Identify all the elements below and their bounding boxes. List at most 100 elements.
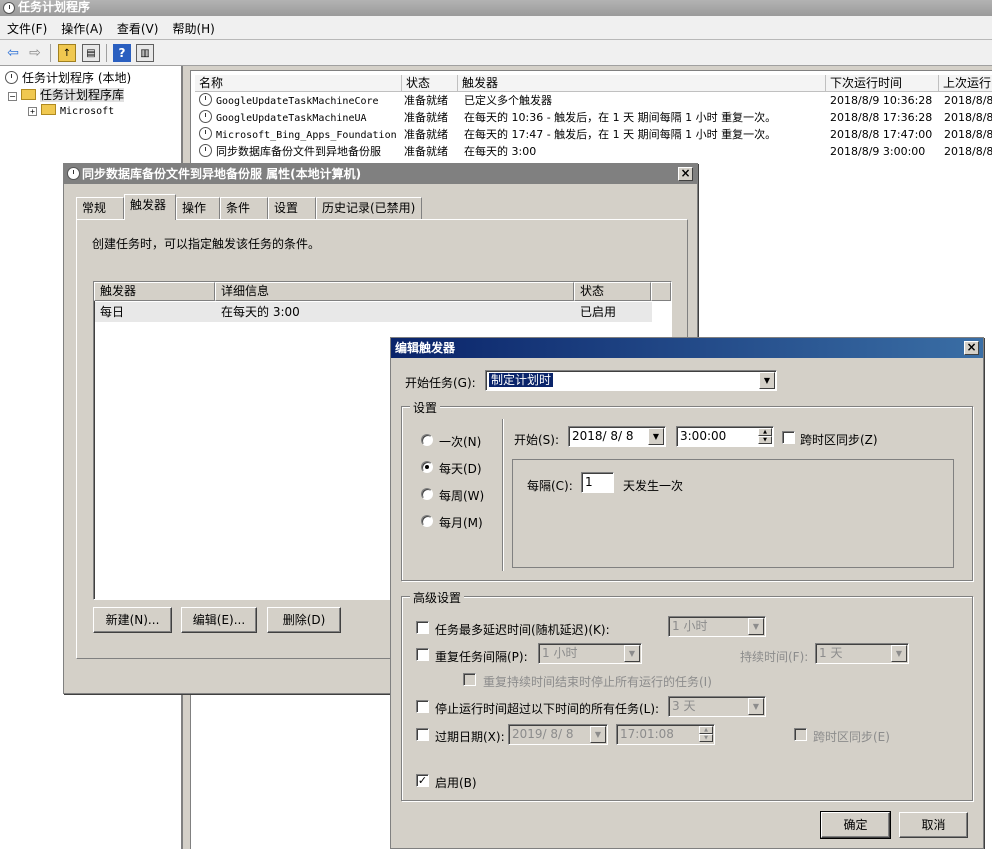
spin-up-icon[interactable]: ▲	[699, 726, 713, 734]
action-pane-icon[interactable]: ▥	[136, 44, 154, 62]
stop-all-label[interactable]: 重复持续时间结束时停止所有运行的任务(I)	[483, 673, 712, 690]
edit-trigger-title: 编辑触发器	[395, 341, 456, 355]
delay-label[interactable]: 任务最多延迟时间(随机延迟)(K):	[435, 621, 610, 638]
stop-all-checkbox[interactable]	[463, 673, 476, 686]
column-next-run[interactable]: 下次运行时间	[826, 75, 939, 92]
properties-title-bar[interactable]: 同步数据库备份文件到异地备份服 属性(本地计算机) ×	[64, 164, 697, 184]
settings-group: 设置 一次(N) 每天(D) 每周(W) 每月(M) 开始(S): 2018/ …	[401, 399, 973, 581]
console-tree-icon[interactable]: ▤	[82, 44, 100, 62]
tab-triggers[interactable]: 触发器	[124, 194, 176, 220]
expire-time-input[interactable]: 17:01:08 ▲ ▼	[616, 724, 715, 745]
expire-checkbox[interactable]	[416, 728, 429, 741]
recur-group: 每隔(C): 1 天发生一次	[512, 459, 954, 568]
table-row[interactable]: 同步数据库备份文件到异地备份服 准备就绪 在每天的 3:00 2018/8/9 …	[195, 143, 992, 160]
task-name: Microsoft_Bing_Apps_Foundation	[216, 130, 397, 141]
close-icon[interactable]: ×	[678, 167, 693, 181]
column-trigger[interactable]: 触发器	[94, 282, 215, 301]
edit-trigger-dialog: 编辑触发器 × 开始任务(G): 制定计划时 ▼ 设置 一次(N) 每天(D) …	[390, 337, 984, 849]
collapse-icon[interactable]: −	[8, 92, 17, 101]
tab-conditions[interactable]: 条件	[220, 197, 268, 219]
menu-file[interactable]: 文件(F)	[0, 16, 54, 41]
tab-settings[interactable]: 设置	[268, 197, 316, 219]
table-row[interactable]: GoogleUpdateTaskMachineCore 准备就绪 已定义多个触发…	[195, 92, 992, 109]
duration-select[interactable]: 1 天 ▼	[815, 643, 909, 664]
radio-monthly[interactable]	[421, 515, 433, 527]
column-trigger[interactable]: 触发器	[458, 75, 826, 92]
expire-label[interactable]: 过期日期(X):	[435, 728, 505, 745]
up-folder-icon[interactable]: ↑	[58, 44, 76, 62]
spinner[interactable]: ▲ ▼	[758, 428, 772, 445]
help-icon[interactable]: ?	[113, 44, 131, 62]
tab-history[interactable]: 历史记录(已禁用)	[316, 197, 422, 219]
menu-action[interactable]: 操作(A)	[54, 16, 110, 41]
tab-general[interactable]: 常规	[76, 197, 124, 219]
radio-weekly-label[interactable]: 每周(W)	[439, 487, 484, 504]
repeat-checkbox[interactable]	[416, 648, 429, 661]
table-row[interactable]: Microsoft_Bing_Apps_Foundation 准备就绪 在每天的…	[195, 126, 992, 143]
start-date-picker[interactable]: 2018/ 8/ 8 ▼	[568, 426, 666, 447]
start-time-input[interactable]: 3:00:00 ▲ ▼	[676, 426, 774, 447]
column-last-run[interactable]: 上次运行	[939, 75, 992, 92]
repeat-label[interactable]: 重复任务间隔(P):	[435, 648, 528, 665]
table-row[interactable]: 每日 在每天的 3:00 已启用	[95, 302, 652, 322]
stop-longer-label[interactable]: 停止运行时间超过以下时间的所有任务(L):	[435, 700, 659, 717]
expire-date-picker[interactable]: 2019/ 8/ 8 ▼	[508, 724, 608, 745]
edit-trigger-title-bar[interactable]: 编辑触发器 ×	[391, 338, 983, 358]
sync-timezone-checkbox[interactable]	[782, 431, 795, 444]
clock-icon	[3, 2, 15, 14]
column-name[interactable]: 名称	[195, 75, 402, 92]
menu-view[interactable]: 查看(V)	[110, 16, 166, 41]
delete-trigger-button[interactable]: 删除(D)	[267, 607, 341, 633]
spinner[interactable]: ▲ ▼	[699, 726, 713, 743]
start-date-value: 2018/ 8/ 8	[572, 429, 634, 443]
column-status[interactable]: 状态	[402, 75, 458, 92]
menu-help[interactable]: 帮助(H)	[165, 16, 221, 41]
delay-select[interactable]: 1 小时 ▼	[668, 616, 766, 637]
begin-task-select[interactable]: 制定计划时 ▼	[485, 370, 777, 391]
radio-daily[interactable]	[421, 461, 433, 473]
tree-item-library[interactable]: − 任务计划程序库	[8, 87, 125, 103]
close-icon[interactable]: ×	[964, 341, 979, 355]
ok-button[interactable]: 确定	[820, 811, 891, 839]
radio-monthly-label[interactable]: 每月(M)	[439, 514, 483, 531]
new-trigger-button[interactable]: 新建(N)...	[93, 607, 172, 633]
chevron-down-icon[interactable]: ▼	[891, 645, 907, 662]
repeat-select[interactable]: 1 小时 ▼	[538, 643, 642, 664]
delay-checkbox[interactable]	[416, 621, 429, 634]
stop-longer-select[interactable]: 3 天 ▼	[668, 696, 766, 717]
enabled-checkbox[interactable]: ✓	[416, 774, 429, 787]
task-trigger: 在每天的 10:36 - 触发后，在 1 天 期间每隔 1 小时 重复一次。	[464, 111, 777, 124]
expire-sync-checkbox[interactable]	[794, 728, 807, 741]
expire-sync-label[interactable]: 跨时区同步(E)	[813, 728, 890, 745]
radio-once[interactable]	[421, 434, 433, 446]
chevron-down-icon[interactable]: ▼	[759, 372, 775, 389]
sync-timezone-label[interactable]: 跨时区同步(Z)	[800, 431, 878, 448]
main-title-bar: 任务计划程序	[0, 0, 992, 16]
task-next-run: 2018/8/8 17:47:00	[830, 128, 933, 141]
edit-trigger-button[interactable]: 编辑(E)...	[181, 607, 257, 633]
spin-up-icon[interactable]: ▲	[758, 428, 772, 436]
forward-arrow-icon[interactable]: ⇨	[26, 44, 44, 62]
chevron-down-icon[interactable]: ▼	[624, 645, 640, 662]
tree-item-microsoft[interactable]: + Microsoft	[28, 104, 114, 120]
stop-longer-checkbox[interactable]	[416, 700, 429, 713]
chevron-down-icon[interactable]: ▼	[748, 618, 764, 635]
radio-weekly[interactable]	[421, 488, 433, 500]
tree-item-root[interactable]: 任务计划程序 (本地)	[5, 70, 131, 86]
expand-icon[interactable]: +	[28, 107, 37, 116]
radio-once-label[interactable]: 一次(N)	[439, 433, 481, 450]
spin-down-icon[interactable]: ▼	[758, 436, 772, 444]
cancel-button[interactable]: 取消	[899, 812, 968, 838]
recur-input[interactable]: 1	[581, 472, 614, 493]
spin-down-icon[interactable]: ▼	[699, 734, 713, 742]
back-arrow-icon[interactable]: ⇦	[4, 44, 22, 62]
chevron-down-icon[interactable]: ▼	[748, 698, 764, 715]
chevron-down-icon[interactable]: ▼	[590, 726, 606, 743]
column-status[interactable]: 状态	[574, 282, 651, 301]
enabled-label[interactable]: 启用(B)	[435, 774, 477, 791]
tab-actions[interactable]: 操作	[176, 197, 220, 219]
chevron-down-icon[interactable]: ▼	[648, 428, 664, 445]
radio-daily-label[interactable]: 每天(D)	[439, 460, 482, 477]
table-row[interactable]: GoogleUpdateTaskMachineUA 准备就绪 在每天的 10:3…	[195, 109, 992, 126]
column-detail[interactable]: 详细信息	[215, 282, 574, 301]
